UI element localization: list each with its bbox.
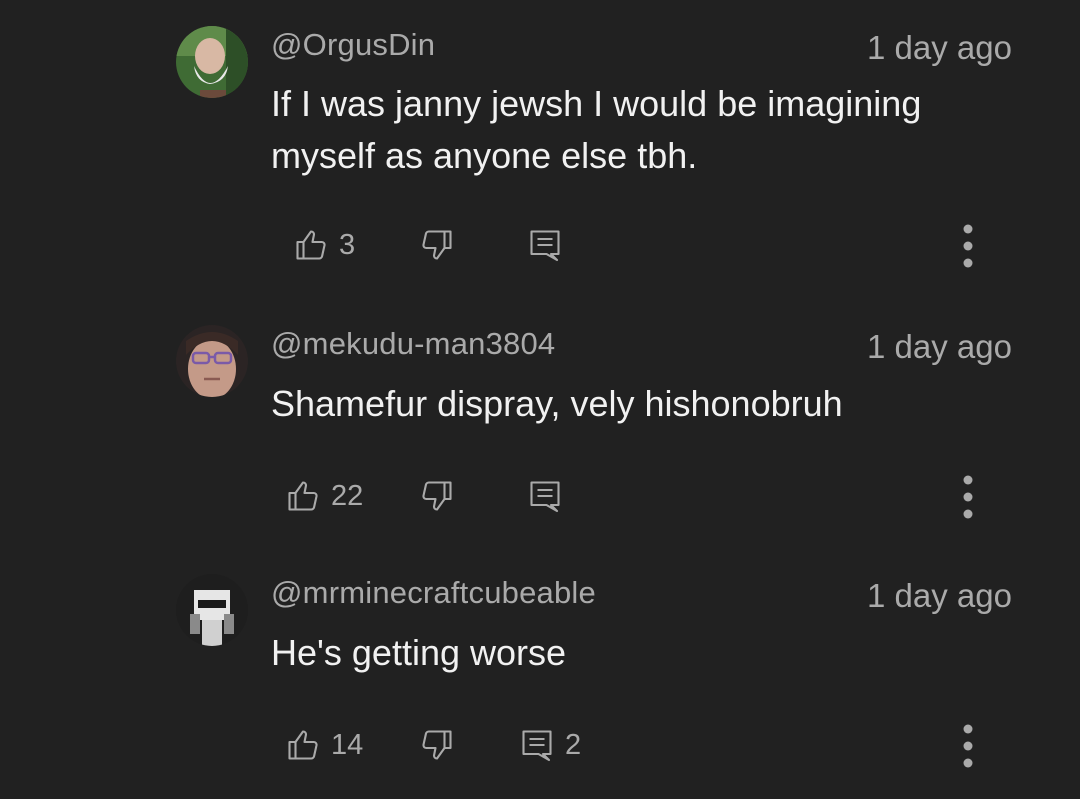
thumbs-down-icon bbox=[422, 730, 452, 760]
like-button[interactable]: 3 bbox=[293, 220, 355, 270]
more-vertical-icon bbox=[963, 724, 973, 768]
avatar[interactable] bbox=[176, 325, 248, 397]
reply-comment-icon bbox=[530, 481, 560, 513]
comment-timestamp[interactable]: 1 day ago bbox=[867, 29, 1012, 67]
more-options-button[interactable] bbox=[956, 720, 980, 770]
comment-text: He's getting worse bbox=[271, 632, 567, 673]
thumbs-up-icon bbox=[296, 230, 326, 260]
comment-author[interactable]: @mrminecraftcubeable bbox=[271, 575, 596, 611]
more-vertical-icon bbox=[963, 475, 973, 519]
comment-actions: 3 bbox=[0, 220, 1080, 270]
comment-timestamp[interactable]: 1 day ago bbox=[867, 328, 1012, 366]
avatar[interactable] bbox=[176, 574, 248, 646]
thumbs-up-icon bbox=[288, 730, 318, 760]
thumbs-down-icon bbox=[422, 230, 452, 260]
like-count: 14 bbox=[331, 728, 364, 761]
more-options-button[interactable] bbox=[956, 471, 980, 521]
reply-count: 2 bbox=[565, 728, 582, 761]
thumbs-up-icon bbox=[288, 481, 318, 511]
more-options-button[interactable] bbox=[956, 220, 980, 270]
reply-comment-icon bbox=[522, 730, 552, 762]
dislike-button[interactable] bbox=[419, 720, 455, 770]
comment-author[interactable]: @mekudu-man3804 bbox=[271, 326, 555, 362]
comment-text: Shamefur dispray, vely hishonobruh bbox=[271, 383, 843, 424]
comment-text: If I was janny jewsh I would be imaginin… bbox=[271, 83, 922, 176]
thumbs-down-icon bbox=[422, 481, 452, 511]
more-vertical-icon bbox=[963, 224, 973, 268]
comment-actions: 22 bbox=[0, 471, 1080, 521]
comment-author[interactable]: @OrgusDin bbox=[271, 27, 435, 63]
comment-timestamp[interactable]: 1 day ago bbox=[867, 577, 1012, 615]
like-count: 22 bbox=[331, 479, 364, 512]
reply-comment-icon bbox=[530, 230, 560, 262]
reply-button[interactable] bbox=[527, 220, 573, 270]
like-button[interactable]: 22 bbox=[285, 471, 363, 521]
like-button[interactable]: 14 bbox=[285, 720, 363, 770]
avatar[interactable] bbox=[176, 26, 248, 98]
comment-actions: 14 2 bbox=[0, 720, 1080, 770]
dislike-button[interactable] bbox=[419, 471, 455, 521]
reply-button[interactable]: 2 bbox=[519, 720, 581, 770]
like-count: 3 bbox=[339, 228, 356, 261]
reply-button[interactable] bbox=[527, 471, 573, 521]
dislike-button[interactable] bbox=[419, 220, 455, 270]
